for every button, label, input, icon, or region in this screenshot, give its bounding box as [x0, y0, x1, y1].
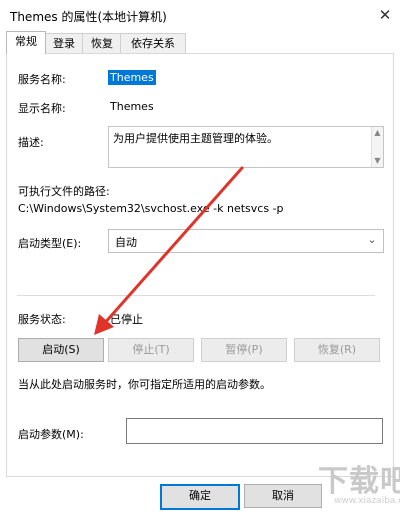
annotation-arrow	[94, 166, 244, 335]
tab-general[interactable]: 常规	[6, 31, 46, 54]
arrow-shaft	[101, 166, 244, 327]
